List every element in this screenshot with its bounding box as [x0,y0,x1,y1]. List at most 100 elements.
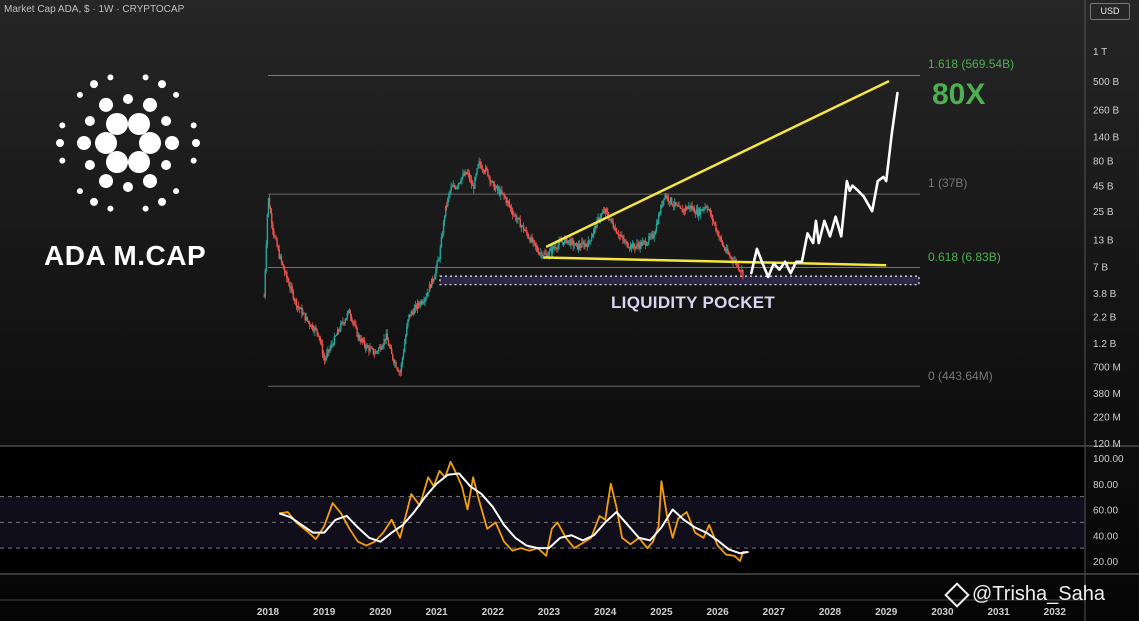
logo-dot [77,136,91,150]
candle-body [467,172,470,174]
logo-dot [99,174,113,189]
logo-dot [76,91,83,98]
logo-dot [84,160,95,170]
candle-body [472,185,474,186]
y-tick-label: 45 B [1093,182,1114,193]
candle-body [534,242,537,246]
candle-body [334,336,337,337]
watermark: @Trisha_Saha [944,581,1105,608]
candle-body [646,244,648,246]
candle-body [287,278,289,282]
candle-body [667,196,670,202]
candle-body [536,247,539,252]
candle-body [264,270,266,297]
candle-body [675,201,677,205]
candle-body [298,305,300,308]
candle-body [737,264,740,270]
candle-body [400,363,403,373]
logo-dot [158,80,166,89]
candle-body [567,240,569,244]
y-tick-label: 500 B [1093,77,1119,88]
candle-body [280,256,283,262]
logo-dot [143,174,157,189]
candle-body [382,344,384,348]
candle-body [731,257,733,260]
symbol-title[interactable]: Market Cap ADA, $ · 1W · CRYPTOCAP [4,4,184,15]
y-tick-label: 13 B [1093,236,1114,247]
candle-body [722,245,725,247]
candle-body [479,161,482,166]
candle-body [326,353,328,359]
osc-y-tick-label: 80.00 [1093,480,1118,491]
candle-body [622,236,624,240]
candle-body [548,250,551,256]
candle-body [516,219,518,221]
y-tick-label: 140 B [1093,132,1119,143]
candle-body [388,345,391,348]
candle-body [424,298,426,302]
candle-body [460,181,462,183]
logo-dot [76,188,83,195]
candle-body [446,205,448,207]
candle-body [435,268,437,276]
candle-body [620,235,622,237]
logo-dot [190,157,197,164]
osc-y-tick-label: 20.00 [1093,557,1118,568]
candle-body [655,223,658,231]
candle-body [615,228,618,234]
logo-dot [173,188,180,195]
brand-title: ADA M.CAP [44,240,207,271]
candle-body [319,337,322,342]
candle-body [422,302,424,304]
y-tick-label: 120 M [1093,439,1121,450]
candle-body [389,347,392,349]
candle-body [373,353,376,355]
candle-body [648,236,650,243]
currency-button[interactable]: USD [1090,3,1130,20]
candle-body [436,261,438,269]
candle-body [320,341,323,344]
candle-body [451,186,453,188]
candle-body [488,175,490,177]
candle-body [392,354,394,360]
candle-body [662,200,664,207]
candle-body [402,351,405,358]
logo-dot [90,197,98,206]
logo-dot [190,122,197,129]
fib-label-1618: 1.618 (569.54B) [928,57,1015,71]
candle-body [527,233,529,238]
fib-label-0: 0 (443.64M) [928,369,993,383]
candle-body [418,302,420,305]
candle-body [438,259,440,260]
candle-body [346,313,349,318]
candle-body [573,245,576,247]
y-tick-label: 80 B [1093,157,1114,168]
candle-body [286,272,288,279]
candle-body [592,234,594,238]
candle-body [628,247,631,249]
candle-body [510,207,513,212]
candle-body [387,340,390,346]
y-tick-label: 700 M [1093,362,1121,373]
candle-body [276,239,278,247]
candle-body [474,177,476,189]
candle-body [526,230,528,234]
x-tick-label: 2031 [987,607,1010,618]
candle-body [706,206,708,210]
candle-body [585,243,587,245]
candle-body [352,320,354,322]
candle-body [329,348,331,352]
candle-body [487,169,489,176]
candle-body [533,240,536,243]
candle-body [709,209,712,216]
candle-body [440,237,443,248]
candle-body [333,336,336,345]
x-tick-label: 2028 [819,607,842,618]
candle-body [557,244,559,249]
candle-body [351,316,353,321]
logo-dot [161,116,172,126]
x-tick-label: 2025 [650,607,673,618]
candle-body [308,322,311,326]
candle-body [507,200,510,203]
candle-body [425,296,427,299]
